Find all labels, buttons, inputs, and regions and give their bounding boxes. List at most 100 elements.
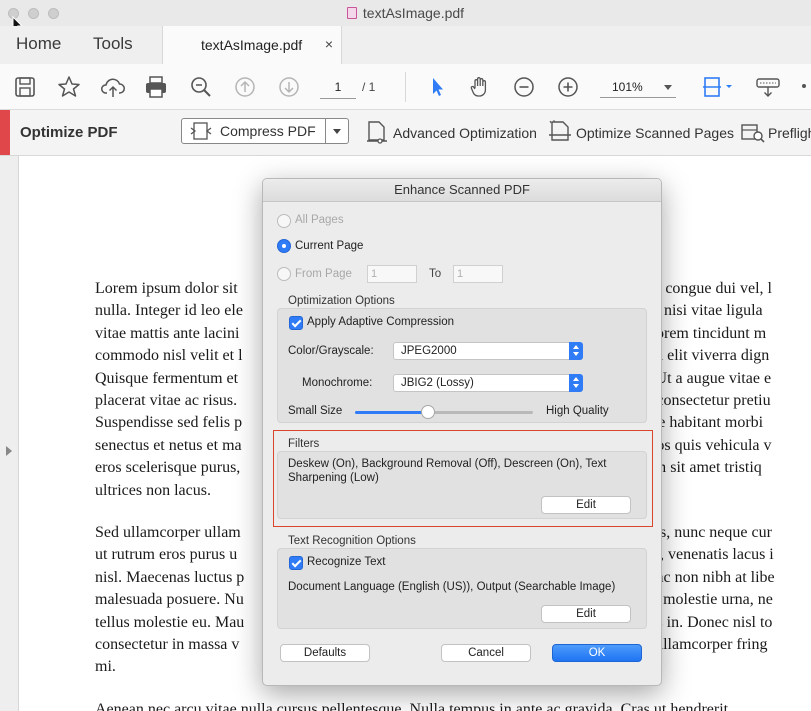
from-page-radio[interactable] [277,267,291,281]
save-icon[interactable] [12,74,38,100]
paragraph-2-right-line: Nunc non nibh at libe [636,568,775,586]
paragraph-2-right-line: rices, nunc neque cur [636,524,772,541]
recognize-text-label: Recognize Text [307,556,386,568]
text-recognition-heading: Text Recognition Options [288,535,416,547]
compress-divider [325,119,326,143]
high-quality-label: High Quality [546,405,609,417]
to-label: To [429,268,442,280]
scanned-pages-icon [549,120,571,141]
paragraph-2-right: rices, nunc neque cur giat, venenatis lac… [636,522,811,656]
paragraph-2-right-line: que molestie urna, ne [636,591,773,609]
compress-pdf-label: Compress PDF [220,123,316,139]
more-options-icon[interactable] [802,84,806,88]
preflight-icon [741,124,765,143]
zoom-in-icon[interactable] [555,74,581,100]
paragraph-1-right-line: sque habitant morbi [636,414,764,432]
filters-description-line-2: Sharpening (Low) [288,472,379,484]
print-icon[interactable] [143,74,169,100]
keyboard-icon[interactable] [755,74,781,100]
filters-heading: Filters [288,438,320,450]
zoom-level-select[interactable]: 101% [600,76,676,98]
paragraph-1-right-line: , eros quis vehicula v [636,436,772,454]
enhance-scanned-pdf-dialog: Enhance Scanned PDF All Pages Current Pa… [262,178,662,686]
optimize-scanned-pages-button[interactable]: Optimize Scanned Pages [576,125,734,141]
optimize-pdf-bar: Optimize PDF Compress PDF Advanced Optim… [0,110,811,156]
preflight-button[interactable]: Preflight [768,125,811,141]
paragraph-1-right-line: cus, congue dui vel, l [636,280,772,297]
paragraph-1-right-line: etra nisi vitae ligula [636,302,763,320]
zoom-out-icon[interactable] [511,74,537,100]
filters-edit-button[interactable]: Edit [541,496,631,514]
paragraph-3-line: Aenean nec arcu vitae nulla cursus pelle… [95,701,729,711]
previous-page-icon[interactable] [232,74,258,100]
adaptive-compression-label: Apply Adaptive Compression [307,316,455,328]
paragraph-3: Aenean nec arcu vitae nulla cursus pelle… [95,699,811,711]
zoom-level-value: 101% [612,80,643,94]
monochrome-label: Monochrome: [302,377,373,389]
filters-description-line-1: Deskew (On), Background Removal (Off), D… [288,458,607,470]
all-pages-radio[interactable] [277,214,291,228]
small-size-label: Small Size [288,405,343,417]
quality-slider-thumb[interactable] [420,405,435,419]
optimization-options-heading: Optimization Options [288,295,395,307]
next-page-icon[interactable] [276,74,302,100]
optimize-accent-strip [0,110,10,155]
expand-panel-icon[interactable] [6,446,12,456]
ocr-edit-button[interactable]: Edit [541,605,631,623]
bookmark-star-icon[interactable] [56,74,82,100]
page-total-label: / 1 [362,80,376,94]
title-bar: textAsImage.pdf [0,0,811,34]
defaults-button[interactable]: Defaults [280,644,370,662]
quality-slider[interactable] [355,405,533,419]
cloud-upload-icon[interactable] [100,74,126,100]
paragraph-2-right-line: attis in. Donec nisl to [636,613,773,631]
advanced-optimization-icon [367,121,387,144]
adaptive-compression-checkbox[interactable] [289,316,303,330]
current-page-label: Current Page [295,240,364,252]
paragraph-1-right-line: ta. Ut a augue vitae e [636,369,772,387]
left-panel-toggle[interactable] [0,156,19,711]
paragraph-1-right-line: trum sit amet tristiq [636,459,762,477]
chevron-down-icon [664,85,672,90]
toolbar-divider [405,72,406,102]
chevron-down-icon[interactable] [333,129,341,134]
tab-tools[interactable]: Tools [93,34,133,54]
color-grayscale-label: Color/Grayscale: [288,345,374,357]
tab-document[interactable]: textAsImage.pdf × [162,26,342,65]
tab-bar: Home Tools [0,26,811,65]
color-grayscale-value: JPEG2000 [401,345,457,357]
window-title-text: textAsImage.pdf [362,5,465,21]
cancel-button[interactable]: Cancel [441,644,531,662]
from-page-input[interactable]: 1 [367,265,417,283]
from-page-label: From Page [295,268,352,280]
recognize-text-checkbox[interactable] [289,556,303,570]
main-toolbar: 1 / 1 101% [0,64,811,110]
ocr-description: Document Language (English (US)), Output… [288,581,616,593]
dialog-title: Enhance Scanned PDF [263,179,661,202]
monochrome-select[interactable]: JBIG2 (Lossy) [393,374,583,392]
document-tab-label: textAsImage.pdf [201,37,303,53]
tab-home[interactable]: Home [16,34,61,54]
paragraph-2-right-line: ue ullamcorper fring [636,636,768,654]
page-fit-icon[interactable] [700,74,738,100]
color-grayscale-select[interactable]: JPEG2000 [393,342,583,360]
paragraph-1-right-line: ut, consectetur pretiu [636,392,771,410]
to-page-input[interactable]: 1 [453,265,503,283]
zoom-out-search-icon[interactable] [188,74,214,100]
current-page-radio[interactable] [277,239,291,253]
optimize-pdf-title: Optimize PDF [20,124,118,141]
close-tab-icon[interactable]: × [325,36,333,52]
select-stepper-icon [569,342,583,360]
quality-slider-fill [355,411,428,414]
paragraph-1-right-line: la lorem tincidunt m [636,324,767,342]
pdf-file-icon [346,7,357,19]
paragraph-1-right-line: ris a elit viverra dign [636,347,770,365]
page-number-input[interactable]: 1 [320,76,356,99]
advanced-optimization-button[interactable]: Advanced Optimization [393,125,537,141]
compress-pdf-button[interactable]: Compress PDF [181,118,349,144]
hand-tool-icon[interactable] [467,74,493,100]
monochrome-value: JBIG2 (Lossy) [401,377,474,389]
paragraph-1-right: cus, congue dui vel, l etra nisi vitae li… [636,278,811,480]
select-pointer-icon[interactable] [424,74,450,100]
ok-button[interactable]: OK [552,644,642,662]
